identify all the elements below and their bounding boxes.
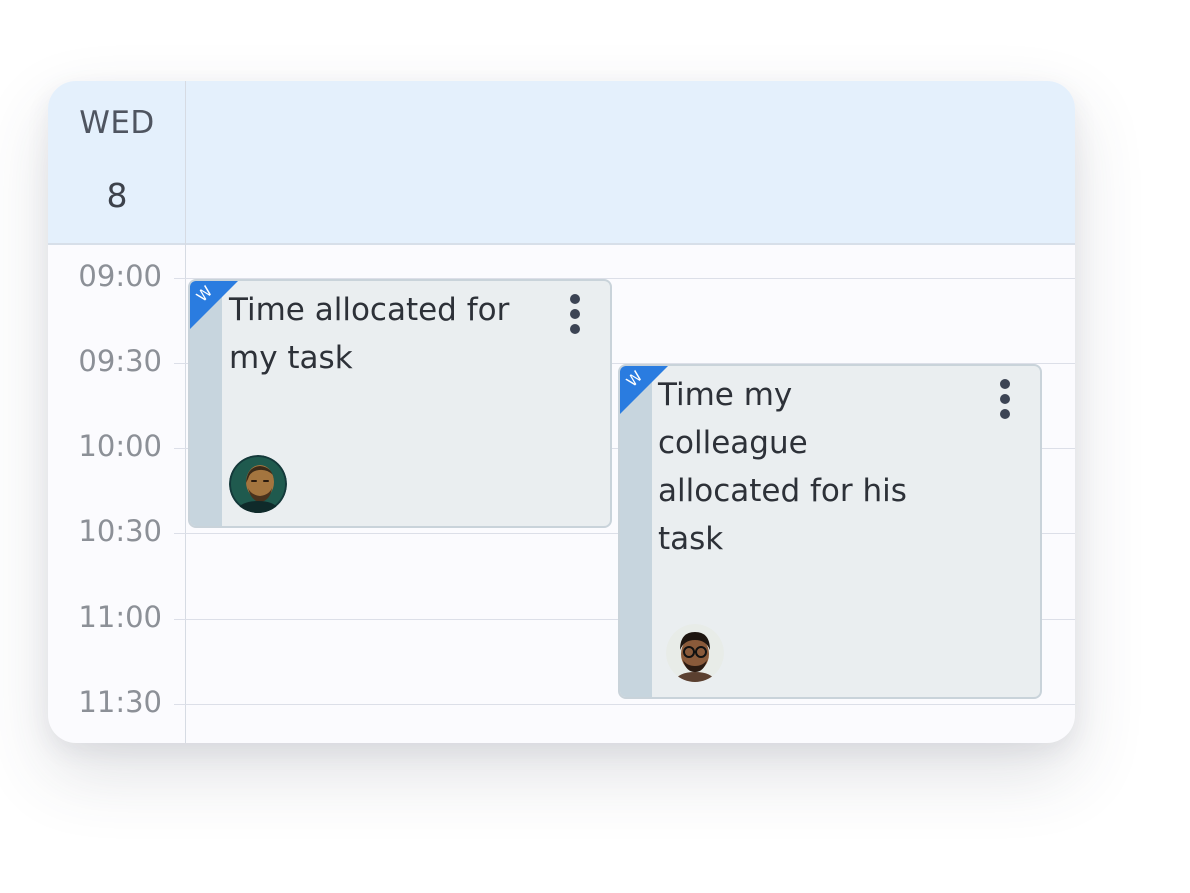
calendar-day-view: WED 8 09:00 09:30 10:00 10:30 11:00 11:3… <box>48 81 1075 743</box>
kebab-menu-icon[interactable] <box>568 294 582 336</box>
avatar <box>229 455 287 513</box>
event-title-line: Time allocated for <box>229 292 510 328</box>
day-name: WED <box>79 105 155 141</box>
event-card-my-task[interactable]: W Time allocated for my task <box>188 279 612 528</box>
avatar <box>666 624 724 682</box>
event-title-line: task <box>658 521 724 557</box>
event-title-line: allocated for his <box>658 473 907 509</box>
event-color-strip <box>620 366 652 697</box>
time-column-divider <box>185 81 186 743</box>
time-label: 10:30 <box>78 514 162 548</box>
kebab-menu-icon[interactable] <box>998 379 1012 421</box>
avatar-man-glasses-icon <box>666 624 724 682</box>
time-label: 10:00 <box>78 429 162 463</box>
event-title-line: Time my <box>658 377 793 413</box>
time-label: 09:30 <box>78 344 162 378</box>
day-column-header[interactable]: WED 8 <box>48 81 186 243</box>
time-label: 11:30 <box>78 685 162 719</box>
calendar-header: WED 8 <box>48 81 1075 245</box>
grid-line <box>174 704 1075 705</box>
time-label: 11:00 <box>78 600 162 634</box>
event-title-line: my task <box>229 340 353 376</box>
time-label: 09:00 <box>78 259 162 293</box>
event-title: Time my colleague allocated for his task <box>658 371 988 563</box>
day-number: 8 <box>106 176 128 215</box>
event-card-colleague-task[interactable]: W Time my colleague allocated for his ta… <box>618 364 1042 699</box>
event-title: Time allocated for my task <box>229 286 559 382</box>
event-title-line: colleague <box>658 425 808 461</box>
avatar-man-beard-icon <box>229 455 287 513</box>
